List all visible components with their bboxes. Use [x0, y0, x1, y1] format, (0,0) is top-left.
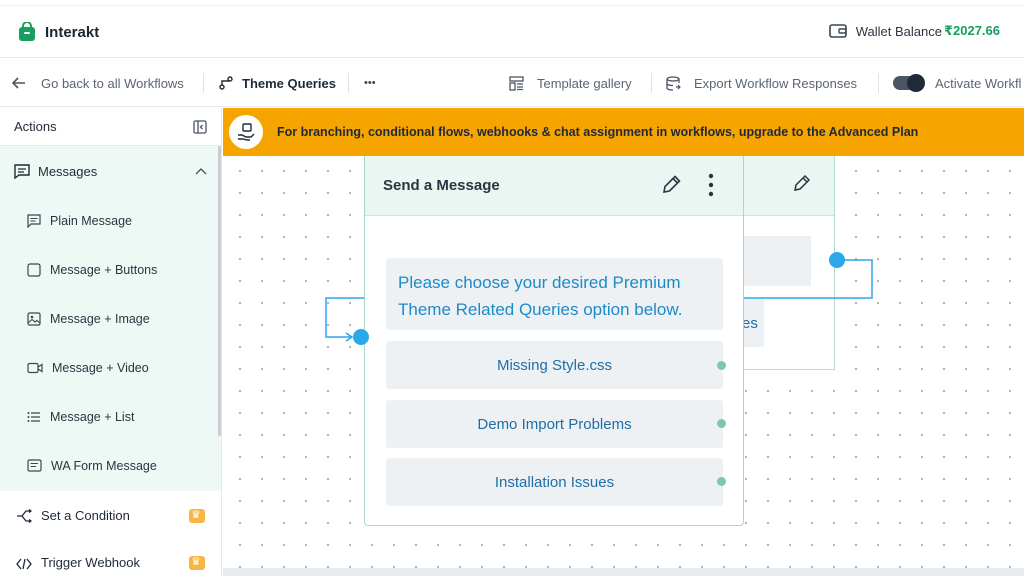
option-button[interactable]: Installation Issues [386, 458, 723, 506]
option-output-port[interactable] [717, 419, 726, 428]
node-output-port[interactable] [829, 252, 845, 268]
option-button[interactable]: Demo Import Problems [386, 400, 723, 448]
more-vertical-icon[interactable] [703, 171, 719, 199]
send-message-node[interactable]: Send a Message Please choose your desire… [364, 156, 744, 526]
option-button[interactable]: Missing Style.css [386, 341, 723, 389]
node-title: Send a Message [383, 177, 500, 194]
message-text: Please choose your desired Premium Theme… [398, 273, 683, 319]
option-output-port[interactable] [717, 477, 726, 486]
node-header: Send a Message [365, 156, 743, 216]
option-output-port[interactable] [717, 361, 726, 370]
bottom-strip [223, 568, 1024, 576]
edit-pencil-icon[interactable] [661, 173, 683, 195]
node-input-port[interactable] [353, 329, 369, 345]
